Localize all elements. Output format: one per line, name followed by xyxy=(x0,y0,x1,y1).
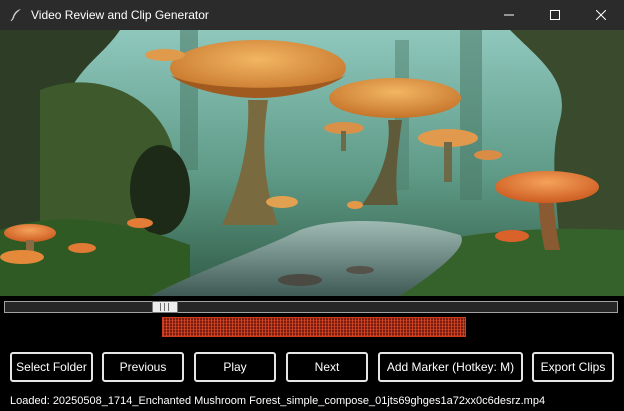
title-bar[interactable]: Video Review and Clip Generator xyxy=(0,0,624,30)
marker-range xyxy=(162,317,466,337)
feather-icon xyxy=(10,9,21,22)
video-frame-image xyxy=(0,30,624,296)
minimize-button[interactable] xyxy=(486,0,532,30)
seek-bar[interactable] xyxy=(4,301,618,313)
seek-handle-grip xyxy=(160,303,161,311)
close-icon xyxy=(596,10,606,20)
window-title: Video Review and Clip Generator xyxy=(31,8,209,22)
previous-button[interactable]: Previous xyxy=(102,352,184,382)
export-clips-button[interactable]: Export Clips xyxy=(532,352,614,382)
select-folder-button[interactable]: Select Folder xyxy=(10,352,93,382)
video-frame[interactable] xyxy=(0,30,624,296)
seek-handle[interactable] xyxy=(152,301,178,313)
close-button[interactable] xyxy=(578,0,624,30)
maximize-button[interactable] xyxy=(532,0,578,30)
maximize-icon xyxy=(550,10,560,20)
status-text: Loaded: 20250508_1714_Enchanted Mushroom… xyxy=(10,395,546,407)
add-marker-button[interactable]: Add Marker (Hotkey: M) xyxy=(378,352,523,382)
window-controls xyxy=(486,0,624,30)
play-button[interactable]: Play xyxy=(194,352,276,382)
seek-handle-grip xyxy=(164,303,165,311)
minimize-icon xyxy=(504,14,514,16)
seek-handle-grip xyxy=(168,303,169,311)
next-button[interactable]: Next xyxy=(286,352,368,382)
